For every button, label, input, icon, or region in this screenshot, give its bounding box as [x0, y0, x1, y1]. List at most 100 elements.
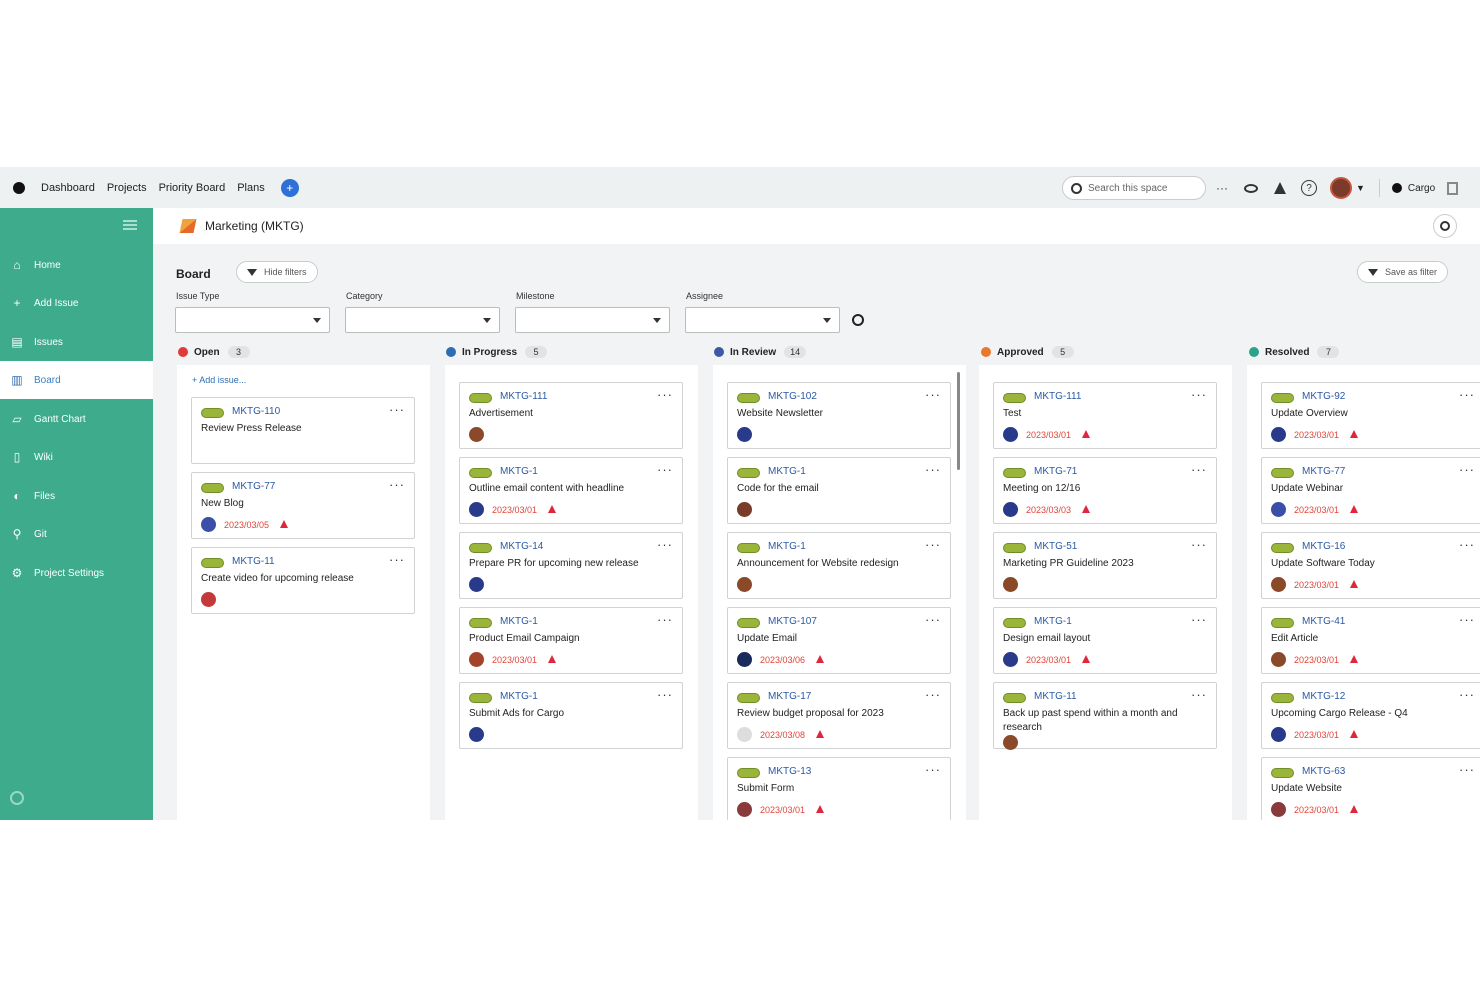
assignee-avatar[interactable]: [201, 517, 216, 532]
nav-link-dashboard[interactable]: Dashboard: [41, 182, 95, 194]
issue-card[interactable]: MKTG-111 ··· Test 2023/03/01: [993, 382, 1217, 449]
issue-key-link[interactable]: MKTG-11: [232, 556, 275, 567]
card-more-icon[interactable]: ···: [657, 537, 673, 552]
assignee-avatar[interactable]: [201, 592, 216, 607]
issue-key-link[interactable]: MKTG-71: [1034, 466, 1077, 477]
sidebar-item-files[interactable]: ◐ Files: [0, 477, 153, 515]
sidebar-item-add-issue[interactable]: + Add Issue: [0, 284, 153, 322]
assignee-avatar[interactable]: [1271, 577, 1286, 592]
sidebar-item-home[interactable]: ⌂ Home: [0, 246, 153, 284]
issue-key-link[interactable]: MKTG-1: [500, 466, 538, 477]
assignee-avatar[interactable]: [1003, 652, 1018, 667]
issue-key-link[interactable]: MKTG-111: [1034, 391, 1081, 402]
card-more-icon[interactable]: ···: [389, 477, 405, 492]
issue-card[interactable]: MKTG-12 ··· Upcoming Cargo Release - Q4 202…: [1261, 682, 1480, 749]
project-title[interactable]: Marketing (MKTG): [205, 219, 304, 233]
issue-card[interactable]: MKTG-17 ··· Review budget proposal for 202…: [727, 682, 951, 749]
card-more-icon[interactable]: ···: [925, 387, 941, 402]
assignee-avatar[interactable]: [1271, 802, 1286, 817]
card-more-icon[interactable]: ···: [389, 552, 405, 567]
assignee-avatar[interactable]: [469, 577, 484, 592]
issue-key-link[interactable]: MKTG-111: [500, 391, 547, 402]
issue-card[interactable]: MKTG-1 ··· Code for the email: [727, 457, 951, 524]
assignee-avatar[interactable]: [469, 727, 484, 742]
card-more-icon[interactable]: ···: [1459, 462, 1475, 477]
milestone-select[interactable]: [515, 307, 670, 333]
card-more-icon[interactable]: ···: [925, 687, 941, 702]
issue-key-link[interactable]: MKTG-1: [500, 691, 538, 702]
issue-key-link[interactable]: MKTG-12: [1302, 691, 1345, 702]
sidebar-item-issues[interactable]: ▤ Issues: [0, 323, 153, 361]
create-plus-icon[interactable]: +: [280, 178, 299, 197]
card-more-icon[interactable]: ···: [1459, 537, 1475, 552]
assignee-avatar[interactable]: [737, 652, 752, 667]
issue-card[interactable]: MKTG-1 ··· Design email layout 2023/03/01: [993, 607, 1217, 674]
card-more-icon[interactable]: ···: [925, 762, 941, 777]
issue-key-link[interactable]: MKTG-92: [1302, 391, 1345, 402]
issue-key-link[interactable]: MKTG-1: [1034, 616, 1072, 627]
assignee-avatar[interactable]: [1003, 502, 1018, 517]
issue-card[interactable]: MKTG-1 ··· Submit Ads for Cargo: [459, 682, 683, 749]
issue-key-link[interactable]: MKTG-13: [768, 766, 811, 777]
sidebar-item-wiki[interactable]: ▯ Wiki: [0, 438, 153, 476]
card-more-icon[interactable]: ···: [657, 612, 673, 627]
app-logo-icon[interactable]: [13, 181, 25, 194]
sidebar-item-gantt-chart[interactable]: ▱ Gantt Chart: [0, 400, 153, 438]
issue-card[interactable]: MKTG-111 ··· Advertisement: [459, 382, 683, 449]
sidebar-footer-icon[interactable]: [10, 791, 24, 805]
issue-key-link[interactable]: MKTG-51: [1034, 541, 1077, 552]
project-search-button[interactable]: [1433, 214, 1457, 238]
issue-key-link[interactable]: MKTG-16: [1302, 541, 1345, 552]
issue-key-link[interactable]: MKTG-17: [768, 691, 811, 702]
nav-link-projects[interactable]: Projects: [107, 182, 147, 194]
issue-card[interactable]: MKTG-110 ··· Review Press Release: [191, 397, 415, 464]
assignee-avatar[interactable]: [1003, 735, 1018, 750]
card-more-icon[interactable]: ···: [1459, 612, 1475, 627]
issue-card[interactable]: MKTG-1 ··· Outline email content with head…: [459, 457, 683, 524]
issue-key-link[interactable]: MKTG-1: [768, 541, 806, 552]
hide-filters-button[interactable]: Hide filters: [236, 261, 318, 283]
card-more-icon[interactable]: ···: [657, 387, 673, 402]
card-more-icon[interactable]: ···: [1459, 387, 1475, 402]
card-more-icon[interactable]: ···: [389, 402, 405, 417]
nav-link-plans[interactable]: Plans: [237, 182, 265, 194]
issue-card[interactable]: MKTG-1 ··· Product Email Campaign 2023/03/0…: [459, 607, 683, 674]
issue-card[interactable]: MKTG-41 ··· Edit Article 2023/03/01: [1261, 607, 1480, 674]
issue-key-link[interactable]: MKTG-77: [232, 481, 275, 492]
assignee-avatar[interactable]: [1271, 727, 1286, 742]
issue-type-select[interactable]: [175, 307, 330, 333]
issue-card[interactable]: MKTG-13 ··· Submit Form 2023/03/01: [727, 757, 951, 820]
issue-card[interactable]: MKTG-14 ··· Prepare PR for upcoming new re…: [459, 532, 683, 599]
add-issue-link[interactable]: + Add issue...: [192, 375, 246, 385]
assignee-avatar[interactable]: [737, 727, 752, 742]
issue-key-link[interactable]: MKTG-14: [500, 541, 543, 552]
card-more-icon[interactable]: ···: [1191, 687, 1207, 702]
card-more-icon[interactable]: ···: [1191, 612, 1207, 627]
assignee-select[interactable]: [685, 307, 840, 333]
nav-link-priority-board[interactable]: Priority Board: [159, 182, 226, 194]
assignee-avatar[interactable]: [737, 577, 752, 592]
issue-card[interactable]: MKTG-92 ··· Update Overview 2023/03/01: [1261, 382, 1480, 449]
card-more-icon[interactable]: ···: [925, 612, 941, 627]
org-name[interactable]: Cargo: [1408, 183, 1435, 194]
card-more-icon[interactable]: ···: [1459, 687, 1475, 702]
issue-card[interactable]: MKTG-51 ··· Marketing PR Guideline 2023: [993, 532, 1217, 599]
assignee-avatar[interactable]: [469, 502, 484, 517]
issue-card[interactable]: MKTG-71 ··· Meeting on 12/16 2023/03/03: [993, 457, 1217, 524]
issue-card[interactable]: MKTG-77 ··· New Blog 2023/03/05: [191, 472, 415, 539]
card-more-icon[interactable]: ···: [657, 687, 673, 702]
assignee-avatar[interactable]: [1003, 577, 1018, 592]
issue-key-link[interactable]: MKTG-41: [1302, 616, 1345, 627]
card-more-icon[interactable]: ···: [1191, 462, 1207, 477]
issue-key-link[interactable]: MKTG-107: [768, 616, 817, 627]
global-search-input[interactable]: Search this space: [1062, 176, 1206, 200]
card-more-icon[interactable]: ···: [1191, 387, 1207, 402]
card-more-icon[interactable]: ···: [1191, 537, 1207, 552]
issue-card[interactable]: MKTG-11 ··· Back up past spend within a mo…: [993, 682, 1217, 750]
card-more-icon[interactable]: ···: [925, 537, 941, 552]
issue-card[interactable]: MKTG-77 ··· Update Webinar 2023/03/01: [1261, 457, 1480, 524]
sidebar-item-board[interactable]: ▥ Board: [0, 361, 153, 399]
column-scrollbar[interactable]: [957, 372, 960, 470]
category-select[interactable]: [345, 307, 500, 333]
help-icon[interactable]: ?: [1301, 180, 1317, 196]
